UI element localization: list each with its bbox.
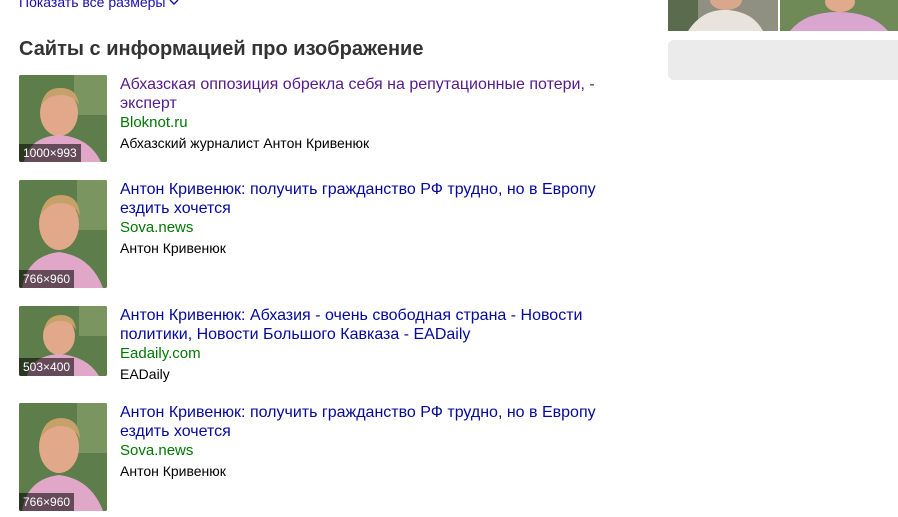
similar-image-thumbnail[interactable] <box>668 0 778 31</box>
result-thumbnail[interactable]: 503×400 <box>19 306 107 376</box>
image-search-page: Показать все размеры Сайты с информацией… <box>0 0 898 517</box>
result-thumbnail[interactable]: 1000×993 <box>19 75 107 162</box>
result-title-link[interactable]: Антон Кривенюк: получить гражданство РФ … <box>120 180 630 218</box>
result-description: EADaily <box>120 366 170 382</box>
site-result: 766×960 Антон Кривенюк: получить граждан… <box>19 403 639 511</box>
site-result: 1000×993 Абхазская оппозиция обрекла себ… <box>19 75 639 162</box>
result-title-link[interactable]: Антон Кривенюк: Абхазия - очень свободна… <box>120 306 630 344</box>
show-all-sizes-link[interactable]: Показать все размеры <box>19 0 179 10</box>
image-dimensions: 766×960 <box>19 270 75 288</box>
result-description: Абхазский журналист Антон Кривенюк <box>120 135 370 151</box>
image-dimensions: 503×400 <box>19 358 75 376</box>
result-info: Антон Кривенюк: Абхазия - очень свободна… <box>120 306 630 384</box>
portrait-image-icon <box>668 0 778 31</box>
title-line-2: ездить хочется <box>120 423 231 440</box>
result-thumbnail[interactable]: 766×960 <box>19 180 107 288</box>
title-line-2: эксперт <box>120 95 177 112</box>
result-host[interactable]: Bloknot.ru <box>120 113 630 133</box>
result-info: Антон Кривенюк: получить гражданство РФ … <box>120 180 630 258</box>
portrait-image-icon <box>780 0 898 31</box>
section-title: Сайты с информацией про изображение <box>19 38 424 60</box>
result-host[interactable]: Sova.news <box>120 441 630 461</box>
title-line-1: Абхазская оппозиция обрекла себя на репу… <box>120 76 595 93</box>
chevron-down-icon <box>169 0 179 5</box>
result-title-link[interactable]: Антон Кривенюк: получить гражданство РФ … <box>120 403 630 441</box>
result-thumbnail[interactable]: 766×960 <box>19 403 107 511</box>
result-info: Абхазская оппозиция обрекла себя на репу… <box>120 75 630 153</box>
similar-images-strip <box>668 0 898 31</box>
title-line-2: ездить хочется <box>120 200 231 217</box>
result-host[interactable]: Sova.news <box>120 218 630 238</box>
title-line-1: Антон Кривенюк: Абхазия - очень свободна… <box>120 307 583 324</box>
result-host[interactable]: Eadaily.com <box>120 344 630 364</box>
title-line-1: Антон Кривенюк: получить гражданство РФ … <box>120 404 596 421</box>
result-description: Антон Кривенюк <box>120 240 226 256</box>
image-dimensions: 1000×993 <box>19 144 81 162</box>
result-description: Антон Кривенюк <box>120 463 226 479</box>
result-title-link[interactable]: Абхазская оппозиция обрекла себя на репу… <box>120 75 630 113</box>
image-dimensions: 766×960 <box>19 493 75 511</box>
side-panel-placeholder <box>668 40 898 80</box>
title-line-2: политики, Новости Большого Кавказа - EAD… <box>120 326 471 343</box>
similar-image-thumbnail[interactable] <box>780 0 898 31</box>
result-info: Антон Кривенюк: получить гражданство РФ … <box>120 403 630 481</box>
site-result: 766×960 Антон Кривенюк: получить граждан… <box>19 180 639 288</box>
site-result: 503×400 Антон Кривенюк: Абхазия - очень … <box>19 306 639 382</box>
title-line-1: Антон Кривенюк: получить гражданство РФ … <box>120 181 596 198</box>
show-all-sizes-label: Показать все размеры <box>19 0 166 10</box>
